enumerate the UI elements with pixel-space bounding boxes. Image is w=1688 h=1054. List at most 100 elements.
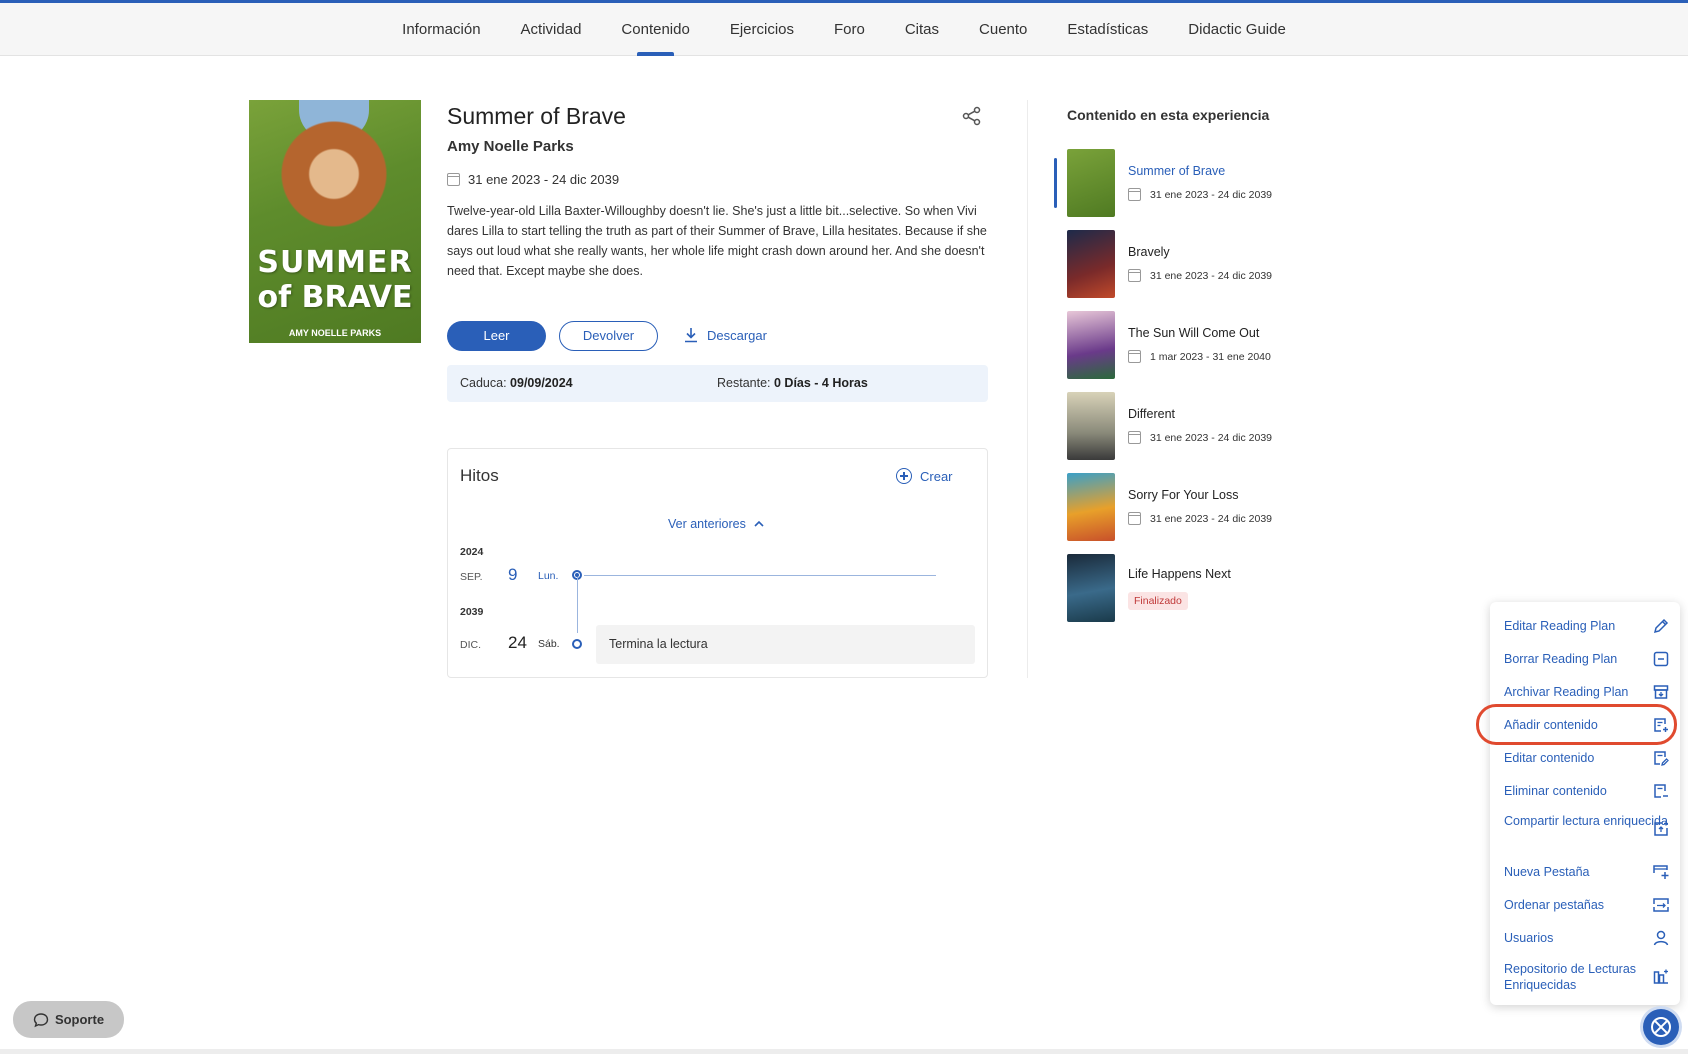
book-author: Amy Noelle Parks [447, 138, 574, 155]
cover-title-line-1: SUMMER [257, 245, 413, 280]
download-label: Descargar [707, 327, 767, 343]
new-tab-icon [1653, 865, 1669, 879]
book-date-range: 31 ene 2023 - 24 dic 2039 [447, 172, 619, 187]
content-item-life-happens-next[interactable]: Life Happens Next Finalizado [1067, 554, 1287, 622]
loan-info: Caduca: 09/09/2024 Restante: 0 Días - 4 … [447, 365, 988, 402]
milestones-title: Hitos [460, 466, 499, 485]
milestone-weekday: Lun. [538, 570, 559, 582]
tab-cuento[interactable]: Cuento [979, 3, 1027, 56]
content-item-bravely[interactable]: Bravely 31 ene 2023 - 24 dic 2039 [1067, 230, 1287, 298]
menu-item-edit-reading-plan[interactable]: Editar Reading Plan [1504, 618, 1670, 634]
tab-ejercicios[interactable]: Ejercicios [730, 3, 794, 56]
actions-menu: Editar Reading Plan Borrar Reading Plan … [1490, 602, 1680, 1005]
menu-item-edit-content[interactable]: Editar contenido [1504, 750, 1670, 766]
chevron-up-icon [754, 520, 764, 527]
download-link[interactable]: Descargar [683, 327, 767, 343]
menu-item-sort-tabs[interactable]: Ordenar pestañas [1504, 897, 1670, 913]
calendar-icon [1128, 269, 1141, 282]
milestone-dot [572, 639, 582, 649]
close-icon [1651, 1017, 1671, 1037]
bottom-scrollbar-track [0, 1049, 1688, 1054]
calendar-icon [1128, 431, 1141, 444]
tab-foro[interactable]: Foro [834, 3, 865, 56]
content-thumbnail [1067, 149, 1115, 217]
content-item-the-sun-will-come-out[interactable]: The Sun Will Come Out 1 mar 2023 - 31 en… [1067, 311, 1287, 379]
tab-didactic-guide[interactable]: Didactic Guide [1188, 3, 1286, 56]
create-milestone-button[interactable]: Crear [896, 468, 953, 484]
milestone-progress-line [584, 575, 936, 576]
milestone-event[interactable]: Termina la lectura [596, 625, 975, 664]
chat-bubble-icon [33, 1012, 49, 1027]
milestones-card: Hitos Crear Ver anteriores 2024 SEP. 9 L… [447, 448, 988, 678]
book-cover: SUMMER of BRAVE AMY NOELLE PARKS [249, 100, 421, 343]
content-title: Sorry For Your Loss [1128, 488, 1239, 502]
share-icon[interactable] [962, 106, 982, 126]
tab-estadisticas[interactable]: Estadísticas [1067, 3, 1148, 56]
content-thumbnail [1067, 554, 1115, 622]
plus-circle-icon [896, 468, 912, 484]
pencil-icon [1653, 618, 1669, 634]
content-date-row: 31 ene 2023 - 24 dic 2039 [1128, 188, 1272, 201]
repository-icon [1653, 969, 1668, 984]
milestone-month: SEP. [460, 571, 483, 583]
column-divider [1027, 100, 1028, 678]
content-date-row: 1 mar 2023 - 31 ene 2040 [1128, 350, 1271, 363]
content-date: 31 ene 2023 - 24 dic 2039 [1150, 188, 1273, 201]
tab-contenido[interactable]: Contenido [621, 3, 690, 56]
menu-item-enriched-readings-repository[interactable]: Repositorio de Lecturas Enriquecidas [1504, 961, 1670, 993]
content-item-sorry-for-your-loss[interactable]: Sorry For Your Loss 31 ene 2023 - 24 dic… [1067, 473, 1287, 541]
return-button[interactable]: Devolver [559, 321, 658, 351]
cover-title-line-2: of BRAVE [257, 280, 413, 315]
milestone-day: 24 [508, 633, 527, 652]
timeline-line [577, 577, 578, 633]
content-thumbnail [1067, 311, 1115, 379]
milestone-month: DIC. [460, 639, 481, 651]
menu-item-share-enriched-reading[interactable]: Compartir lectura enriquecida [1504, 813, 1670, 836]
see-previous-button[interactable]: Ver anteriores [668, 517, 764, 531]
content-item-summer-of-brave[interactable]: Summer of Brave 31 ene 2023 - 24 dic 203… [1067, 149, 1287, 217]
read-button[interactable]: Leer [447, 321, 546, 351]
milestone-year: 2039 [460, 606, 484, 618]
user-icon [1653, 930, 1669, 946]
support-button[interactable]: Soporte [13, 1001, 124, 1038]
content-date-row: 31 ene 2023 - 24 dic 2039 [1128, 269, 1272, 282]
cover-author: AMY NOELLE PARKS [288, 328, 382, 338]
content-item-different[interactable]: Different 31 ene 2023 - 24 dic 2039 [1067, 392, 1287, 460]
calendar-icon [1128, 188, 1141, 201]
highlight-annotation-add-content [1476, 704, 1677, 745]
content-title: Bravely [1128, 245, 1170, 259]
content-date-row: 31 ene 2023 - 24 dic 2039 [1128, 431, 1272, 444]
content-date: 31 ene 2023 - 24 dic 2039 [1150, 431, 1273, 444]
cover-art-figure [279, 120, 389, 240]
milestone-year: 2024 [460, 546, 484, 558]
menu-item-new-tab[interactable]: Nueva Pestaña [1504, 864, 1670, 880]
tab-informacion[interactable]: Información [402, 3, 480, 56]
calendar-icon [1128, 350, 1141, 363]
content-date: 1 mar 2023 - 31 ene 2040 [1150, 350, 1271, 363]
tab-citas[interactable]: Citas [905, 3, 939, 56]
calendar-icon [447, 173, 460, 186]
close-menu-button[interactable] [1643, 1009, 1679, 1045]
milestone-day: 9 [508, 565, 518, 584]
download-icon [685, 328, 697, 343]
top-nav: Información Actividad Contenido Ejercici… [0, 0, 1688, 56]
content-thumbnail [1067, 230, 1115, 298]
content-title: Life Happens Next [1128, 567, 1231, 581]
loan-remaining: Restante: 0 Días - 4 Horas [717, 376, 868, 390]
menu-item-remove-content[interactable]: Eliminar contenido [1504, 783, 1670, 799]
content-date: 31 ene 2023 - 24 dic 2039 [1150, 512, 1273, 525]
menu-item-delete-reading-plan[interactable]: Borrar Reading Plan [1504, 651, 1670, 667]
content-thumbnail [1067, 392, 1115, 460]
edit-content-icon [1654, 751, 1669, 766]
share-reading-icon [1654, 821, 1668, 836]
menu-item-archive-reading-plan[interactable]: Archivar Reading Plan [1504, 684, 1670, 700]
book-dates: 31 ene 2023 - 24 dic 2039 [468, 172, 620, 187]
content-title: The Sun Will Come Out [1128, 326, 1260, 340]
sort-tabs-icon [1653, 898, 1669, 912]
content-title: Summer of Brave [1128, 164, 1226, 178]
content-date: 31 ene 2023 - 24 dic 2039 [1150, 269, 1273, 282]
tab-actividad[interactable]: Actividad [521, 3, 582, 56]
menu-item-users[interactable]: Usuarios [1504, 930, 1670, 946]
milestone-weekday: Sáb. [538, 638, 560, 650]
book-description: Twelve-year-old Lilla Baxter-Willoughby … [447, 204, 987, 278]
